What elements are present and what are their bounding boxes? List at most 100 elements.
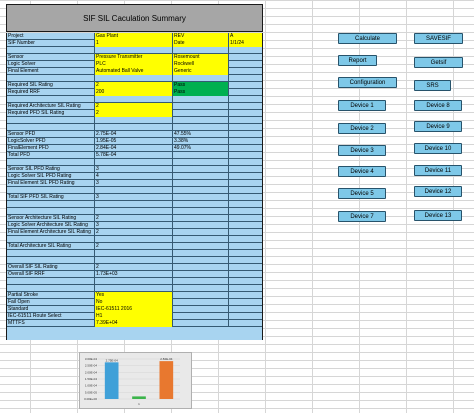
device-13-button[interactable]: Device 13: [414, 210, 462, 221]
row-value-cell[interactable]: Pressure Transmitter: [95, 54, 173, 61]
device-11-button[interactable]: Device 11: [414, 165, 462, 176]
row-extra-cell: [173, 187, 229, 194]
summary-title-text: SIF SIL Caculation Summary: [83, 13, 186, 23]
row-value-cell[interactable]: 1: [95, 40, 173, 47]
row-label-cell: [7, 285, 95, 292]
row-value-cell: [95, 124, 173, 131]
row-value-cell[interactable]: Yes: [95, 292, 173, 299]
device-1-button[interactable]: Device 1: [338, 100, 386, 111]
chart-y-tick-label: 5.00E-05: [85, 390, 98, 394]
row-value-cell[interactable]: Gas Plant: [95, 33, 173, 40]
row-label-cell: Required SIL Rating: [7, 82, 95, 89]
row-value-cell: 2: [95, 215, 173, 222]
row-value-cell[interactable]: 2: [95, 103, 173, 110]
row-extra2-cell: [229, 236, 262, 243]
row-label-cell: [7, 257, 95, 264]
row-extra2-cell: [229, 180, 262, 187]
device-12-button[interactable]: Device 12: [414, 186, 462, 197]
row-value-cell[interactable]: PLC: [95, 61, 173, 68]
row-extra2-cell: [229, 159, 262, 166]
row-extra-cell[interactable]: REV: [173, 33, 229, 40]
getsif-button[interactable]: Getsif: [414, 57, 463, 68]
row-extra2-cell: [229, 320, 262, 327]
row-extra-cell[interactable]: Generic: [173, 68, 229, 75]
row-value-cell[interactable]: Automated Ball Valve: [95, 68, 173, 75]
row-extra2-cell: [229, 215, 262, 222]
row-value-cell: 3: [95, 194, 173, 201]
row-label-cell: [7, 124, 95, 131]
row-extra-cell: [173, 173, 229, 180]
row-value-cell[interactable]: 2: [95, 110, 173, 117]
row-value-cell: [95, 117, 173, 124]
row-extra2-cell: [229, 278, 262, 285]
row-value-cell: [95, 159, 173, 166]
row-label-cell: Required Architecture SIL Rating: [7, 103, 95, 110]
device-3-button[interactable]: Device 3: [338, 145, 386, 156]
row-value-cell: 2.84E-04: [95, 145, 173, 152]
row-label-cell: [7, 236, 95, 243]
device-4-button[interactable]: Device 4: [338, 166, 386, 177]
row-extra-cell: [173, 152, 229, 159]
row-value-cell[interactable]: 2: [95, 82, 173, 89]
row-extra2-cell: [229, 313, 262, 320]
row-value-cell: [95, 75, 173, 82]
table-row: [7, 187, 262, 194]
row-extra-cell: [173, 243, 229, 250]
row-extra2-cell: [229, 145, 262, 152]
row-extra-cell: [173, 264, 229, 271]
configuration-button[interactable]: Configuration: [338, 77, 397, 88]
row-label-cell: Final Element SIL PFD Rating: [7, 180, 95, 187]
row-extra-cell[interactable]: Date: [173, 40, 229, 47]
row-extra-cell: Pass: [173, 89, 229, 96]
row-extra2-cell[interactable]: 1/1/24: [229, 40, 262, 47]
row-label-cell: Final Element: [7, 68, 95, 75]
row-extra2-cell: [229, 117, 262, 124]
row-value-cell: [95, 187, 173, 194]
chart-x-label: 1: [138, 402, 140, 406]
row-value-cell[interactable]: IEC-61511 2016: [95, 306, 173, 313]
device-7-button[interactable]: Device 7: [338, 211, 386, 222]
row-value-cell: [95, 285, 173, 292]
pfd-bar-chart[interactable]: 3.00E-04 2.50E-04 2.00E-04 1.50E-04 1.00E-04…: [79, 352, 192, 409]
table-row: MTTFS 7.39E+04: [7, 320, 262, 327]
row-extra-cell: [173, 208, 229, 215]
device-5-button[interactable]: Device 5: [338, 188, 386, 199]
row-value-cell: 2.75E-04: [95, 131, 173, 138]
table-row: [7, 117, 262, 124]
row-label-cell: Overall SIF SIL Rating: [7, 264, 95, 271]
row-label-cell: [7, 159, 95, 166]
row-extra-cell: [173, 201, 229, 208]
report-button[interactable]: Report: [338, 55, 377, 66]
row-extra-cell[interactable]: Rosemount: [173, 54, 229, 61]
row-extra-cell: [173, 96, 229, 103]
row-label-cell: [7, 47, 95, 54]
calculate-button[interactable]: Calculate: [338, 33, 397, 44]
row-extra-cell[interactable]: Rockwell: [173, 61, 229, 68]
table-row: LogicSolver PFD 1.95E-05 3.38%: [7, 138, 262, 145]
device-8-button[interactable]: Device 8: [414, 100, 462, 111]
row-extra-cell: [173, 299, 229, 306]
row-extra2-cell: [229, 264, 262, 271]
table-row: Sensor SIL PFD Rating 3: [7, 166, 262, 173]
device-9-button[interactable]: Device 9: [414, 121, 462, 132]
table-row: SIF Number 1 Date 1/1/24: [7, 40, 262, 47]
row-extra2-cell[interactable]: A: [229, 33, 262, 40]
row-extra-cell: [173, 229, 229, 236]
device-10-button[interactable]: Device 10: [414, 143, 462, 154]
table-row: Required PFD SIL Rating 2: [7, 110, 262, 117]
table-row: [7, 285, 262, 292]
row-extra2-cell: [229, 47, 262, 54]
chart-bar: [159, 361, 174, 399]
row-value-cell[interactable]: No: [95, 299, 173, 306]
device-2-button[interactable]: Device 2: [338, 123, 386, 134]
row-value-cell: [95, 250, 173, 257]
savesif-button[interactable]: SAVESIF: [414, 33, 463, 44]
row-label-cell: Logic Solver Architecture SIL Rating: [7, 222, 95, 229]
row-value-cell[interactable]: 200: [95, 89, 173, 96]
row-value-cell[interactable]: H1: [95, 313, 173, 320]
row-value-cell: [95, 47, 173, 54]
row-extra2-cell: [229, 89, 262, 96]
row-value-cell[interactable]: 7.39E+04: [95, 320, 173, 327]
srs-button[interactable]: SRS: [414, 80, 451, 91]
row-extra2-cell: [229, 173, 262, 180]
